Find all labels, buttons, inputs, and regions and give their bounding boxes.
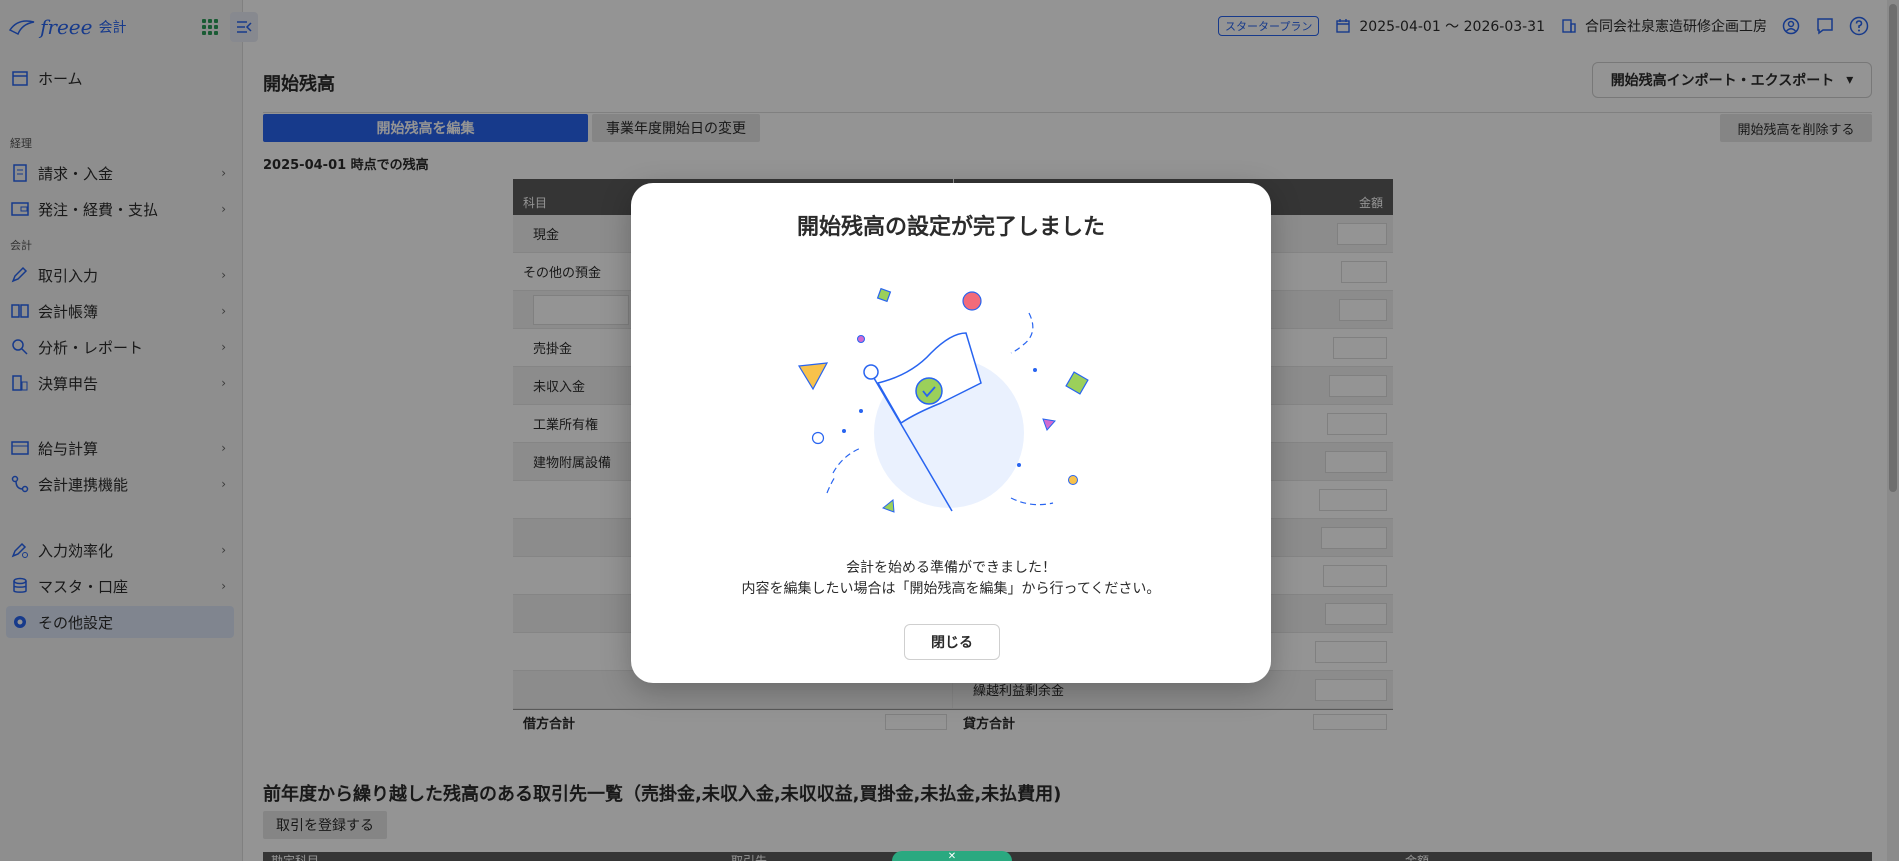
dialog-message-line1: 会計を始める準備ができました！ <box>846 560 1056 576</box>
dialog-message: 会計を始める準備ができました！ 内容を編集したい場合は「開始残高を編集」から行っ… <box>631 558 1271 600</box>
flag-celebration-illustration <box>797 287 1089 513</box>
completion-dialog: 開始残高の設定が完了しました 会計を始める準備ができました！ 内容を編集したい場… <box>631 183 1271 683</box>
close-dialog-button[interactable]: 閉じる <box>904 624 1000 660</box>
support-toggle[interactable]: ✕ <box>892 851 1012 861</box>
dialog-title: 開始残高の設定が完了しました <box>796 215 1105 240</box>
dialog-message-line2: 内容を編集したい場合は「開始残高を編集」から行ってください。 <box>741 581 1161 597</box>
